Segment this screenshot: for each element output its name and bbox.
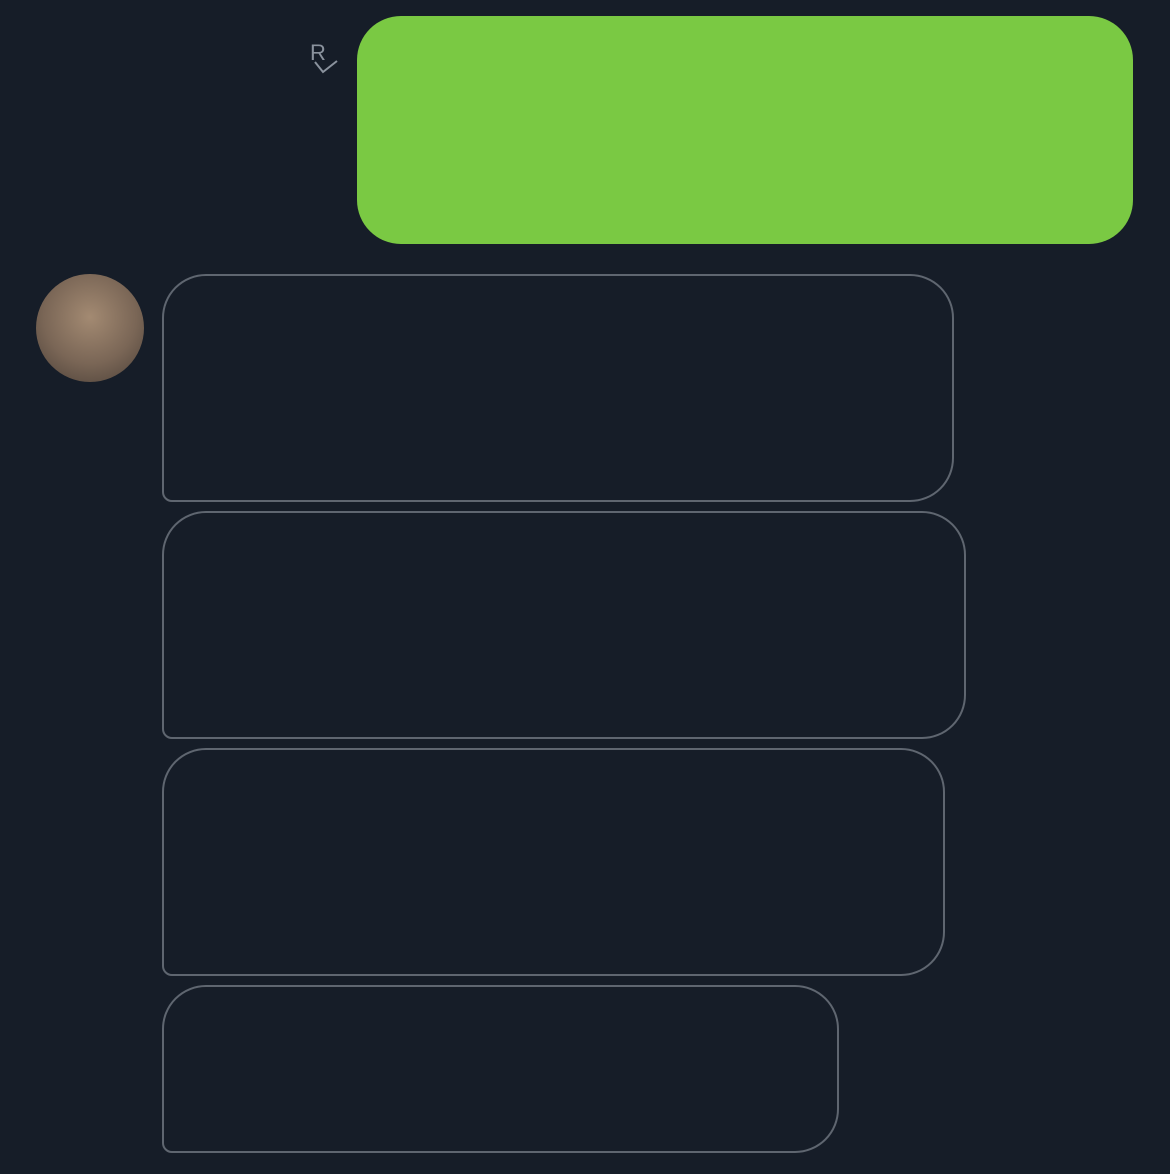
sent-message-bubble[interactable] <box>357 16 1133 244</box>
checkmark-icon <box>314 60 338 74</box>
read-receipt: R <box>308 40 342 80</box>
received-message-bubble[interactable] <box>162 274 954 502</box>
contact-avatar[interactable] <box>36 274 144 382</box>
received-message-bubble[interactable] <box>162 748 945 976</box>
received-message-bubble[interactable] <box>162 511 966 739</box>
received-message-bubble[interactable] <box>162 985 839 1153</box>
